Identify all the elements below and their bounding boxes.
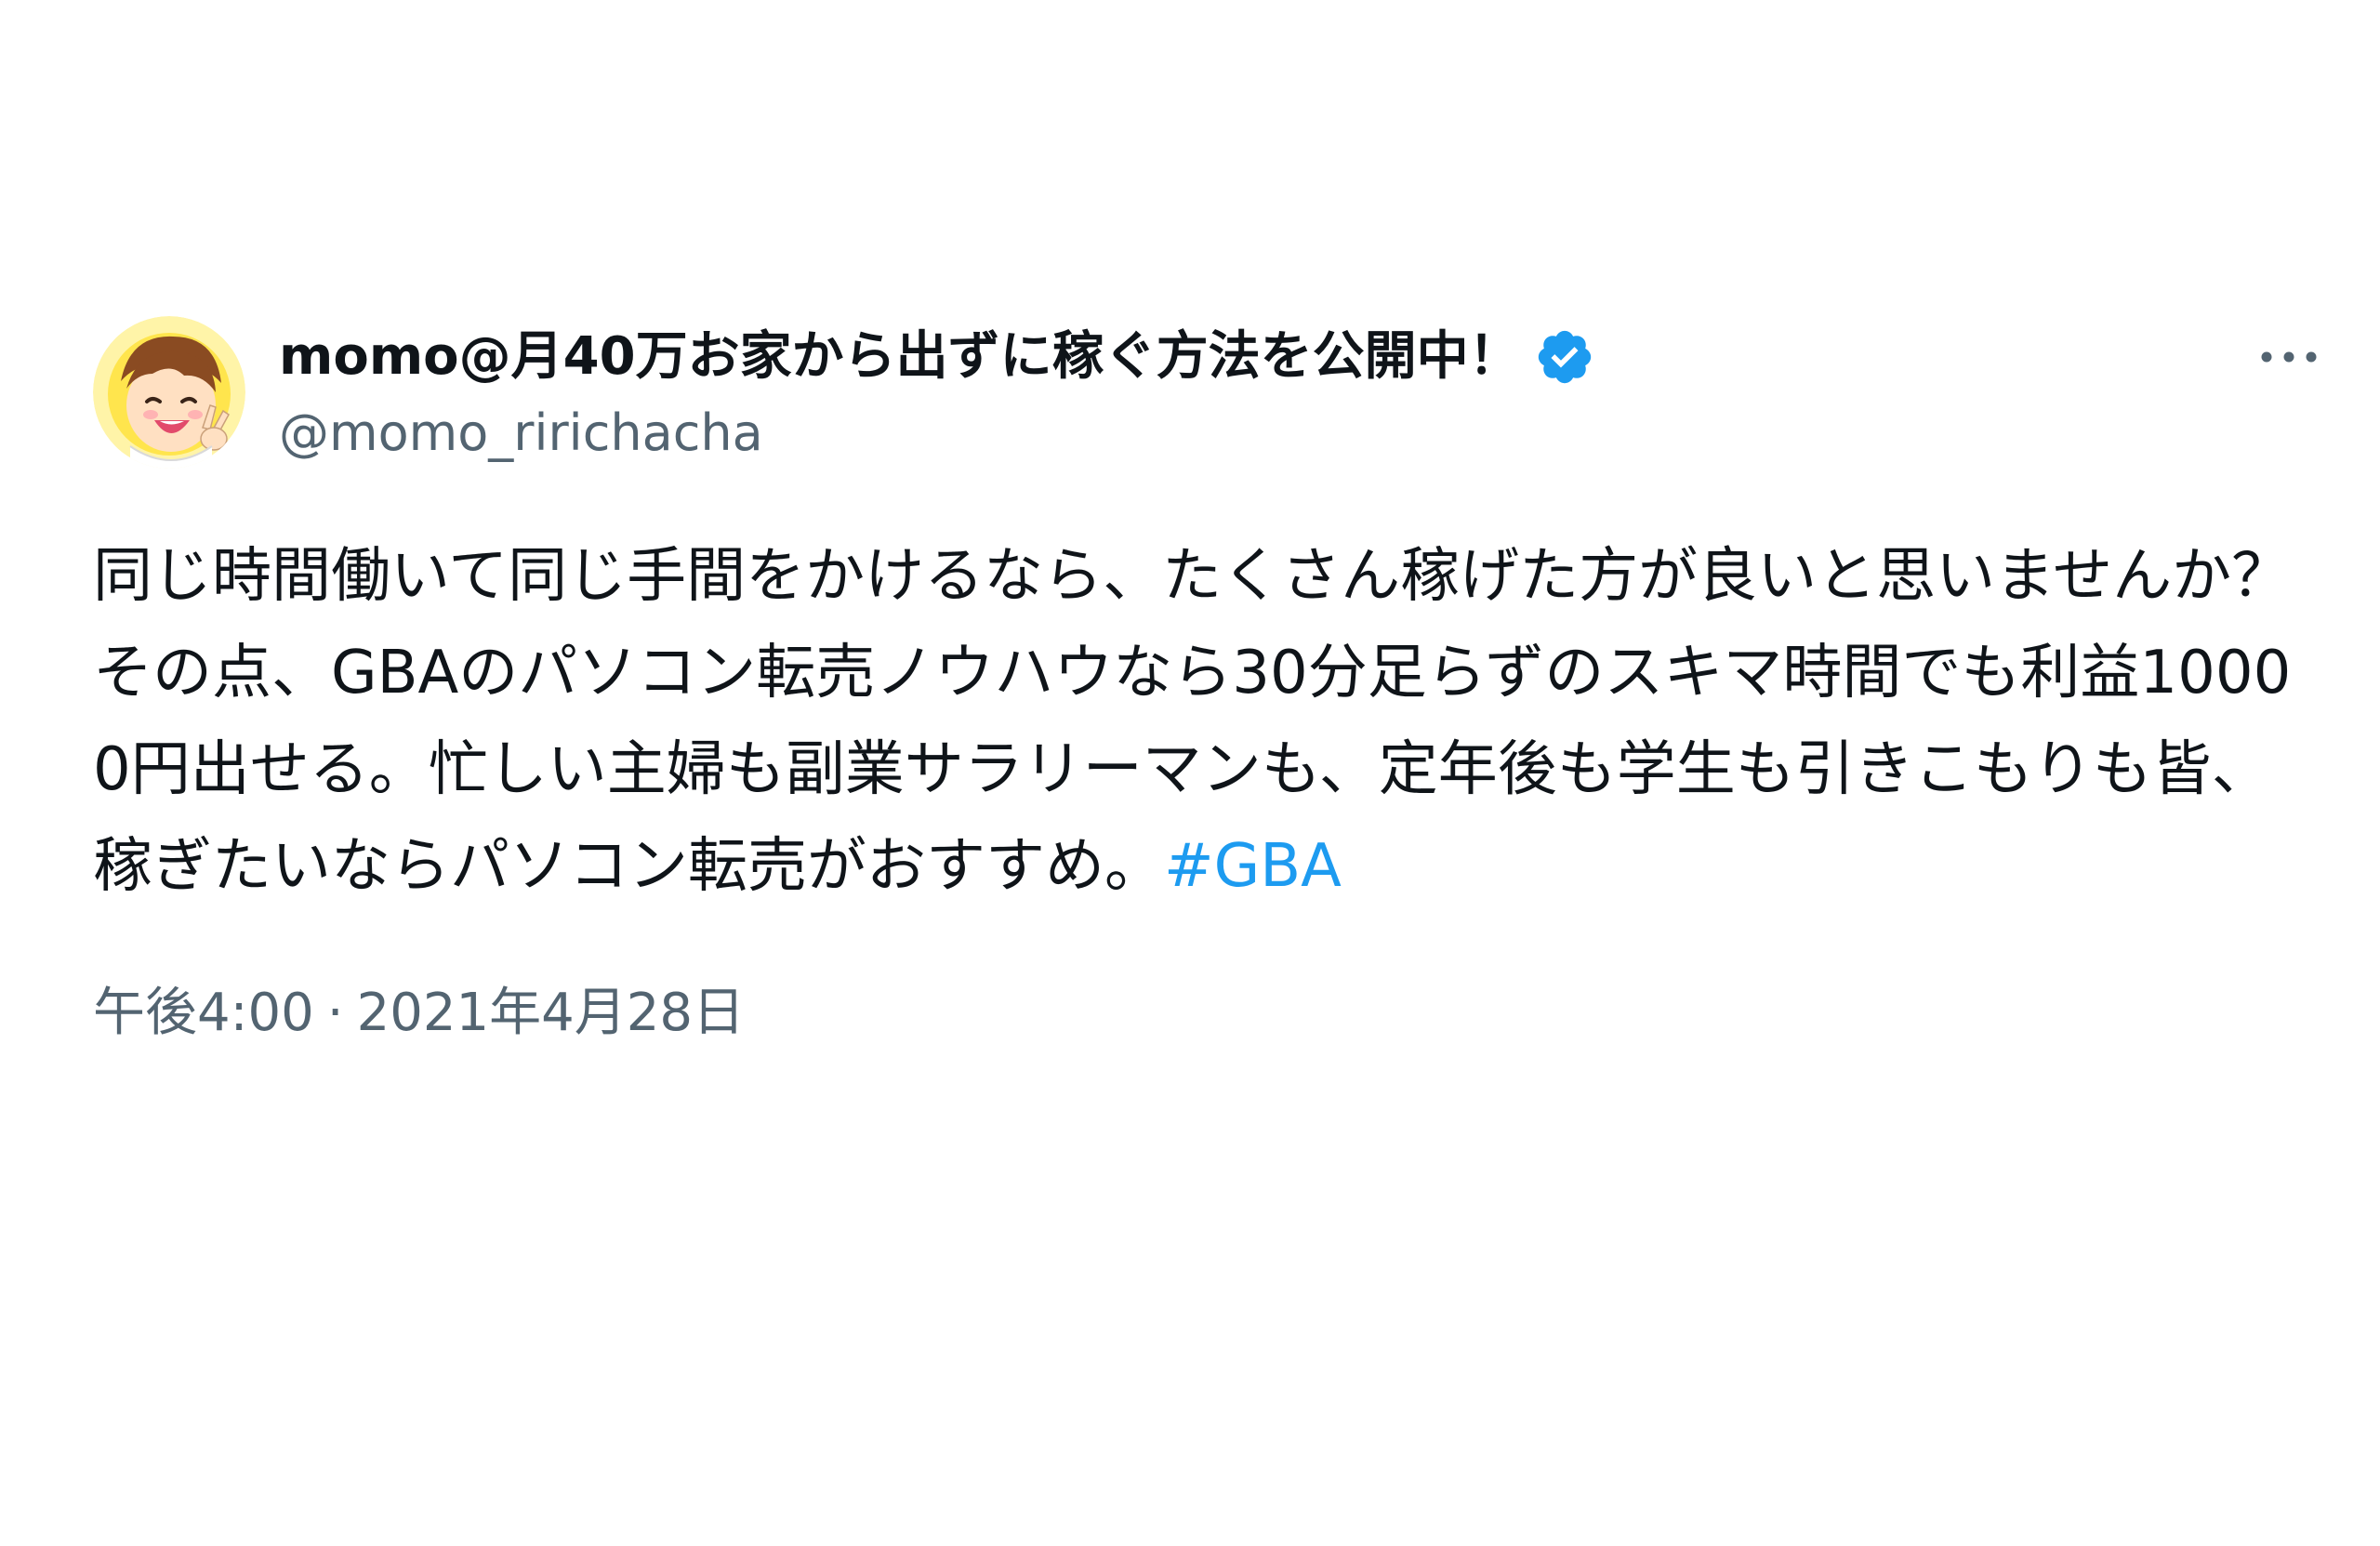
more-options-button[interactable] [2252, 329, 2326, 385]
tweet-timestamp: 午後4:00 · 2021年4月28日 [93, 976, 2324, 1050]
tweet-text: 同じ時間働いて同じ手間をかけるなら、たくさん稼げた方が良いと思いませんか？その点… [93, 528, 2324, 915]
hashtag-link[interactable]: #GBA [1164, 832, 1342, 901]
tweet-date[interactable]: 2021年4月28日 [357, 983, 745, 1043]
display-name[interactable]: momo@月40万お家から出ずに稼ぐ方法を公開中！ [279, 322, 1521, 392]
author-handle[interactable]: @momo_ririchacha [279, 396, 1595, 470]
more-options-icon [2261, 351, 2317, 363]
author-names: momo@月40万お家から出ずに稼ぐ方法を公開中！ @momo_ririchac… [279, 322, 1595, 470]
verified-badge-icon [1534, 326, 1595, 388]
avatar[interactable] [93, 316, 245, 469]
display-name-row: momo@月40万お家から出ずに稼ぐ方法を公開中！ [279, 322, 1595, 392]
meta-separator: · [326, 983, 344, 1043]
tweet-header: momo@月40万お家から出ずに稼ぐ方法を公開中！ @momo_ririchac… [93, 316, 2324, 474]
cartoon-avatar-icon [93, 316, 245, 469]
tweet-time[interactable]: 午後4:00 [93, 983, 314, 1043]
tweet-card: momo@月40万お家から出ずに稼ぐ方法を公開中！ @momo_ririchac… [93, 316, 2324, 1050]
